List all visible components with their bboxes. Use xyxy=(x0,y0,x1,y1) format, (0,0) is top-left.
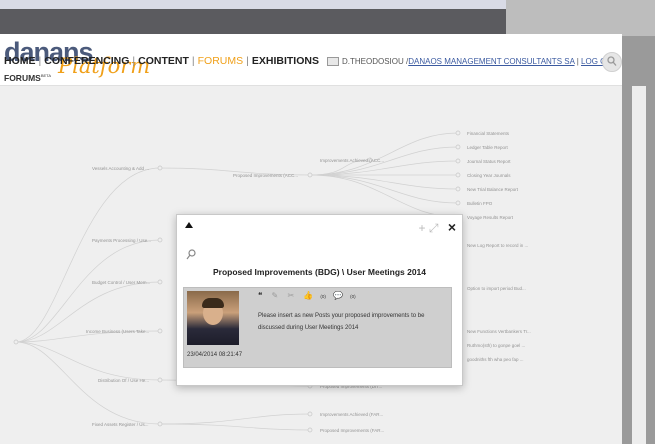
link-icon[interactable]: ✂ xyxy=(287,291,294,300)
comment-count: (0) xyxy=(350,294,356,299)
window-background xyxy=(506,0,655,36)
nav-home[interactable]: HOME xyxy=(4,55,36,67)
mail-icon[interactable] xyxy=(327,57,339,67)
search-button[interactable] xyxy=(602,52,622,72)
search-icon xyxy=(607,56,617,66)
scrollbar-thumb[interactable] xyxy=(632,86,646,444)
nav-exhibitions[interactable]: EXHIBITIONS xyxy=(252,55,319,67)
attach-icon[interactable]: ✎ xyxy=(272,291,279,300)
like-count: (0) xyxy=(320,294,326,299)
post-card: 23/04/2014 08:21:47 ❝ ✎ ✂ 👍 (0) 💬 (0) Plea… xyxy=(183,287,452,368)
dialog-controls: + ⤢ × xyxy=(419,219,457,236)
dialog-title: Proposed Improvements (BDG) \ User Meeti… xyxy=(212,267,427,277)
post-actions: ❝ ✎ ✂ 👍 (0) 💬 (0) xyxy=(258,291,361,300)
nav-forums[interactable]: FORUMS xyxy=(198,55,244,67)
post-text: Please insert as new Posts your proposed… xyxy=(258,313,425,331)
forums-subtitle: FORUMSBETA xyxy=(4,73,51,83)
user-bar: D.THEODOSIOU /DANAOS MANAGEMENT CONSULTA… xyxy=(327,57,616,67)
pin-icon[interactable] xyxy=(186,249,196,263)
add-icon[interactable]: + xyxy=(419,221,426,235)
company-link[interactable]: DANAOS MANAGEMENT CONSULTANTS SA xyxy=(408,57,574,66)
main-nav: HOME | CONFERENCING | CONTENT | FORUMS | EXHIBIT… xyxy=(4,55,319,67)
dark-strip xyxy=(0,9,506,34)
close-icon[interactable]: × xyxy=(448,219,456,235)
nav-content[interactable]: CONTENT xyxy=(138,55,189,67)
collapse-up-icon[interactable] xyxy=(185,222,193,228)
comment-icon[interactable]: 💬 xyxy=(333,291,343,300)
post-date: 23/04/2014 08:21:47 xyxy=(187,352,243,358)
avatar xyxy=(187,291,239,345)
scrollbar[interactable] xyxy=(622,36,655,444)
post-dialog: + ⤢ × Proposed Improvements (BDG) \ User… xyxy=(176,214,463,386)
expand-icon[interactable]: ⤢ xyxy=(429,221,439,235)
nav-conferencing[interactable]: CONFERENCING xyxy=(44,55,129,67)
beta-badge: BETA xyxy=(40,73,51,79)
thumbs-up-icon[interactable]: 👍 xyxy=(303,291,313,300)
reply-icon[interactable]: ❝ xyxy=(258,291,262,300)
user-name: D.THEODOSIOU / xyxy=(342,57,409,66)
